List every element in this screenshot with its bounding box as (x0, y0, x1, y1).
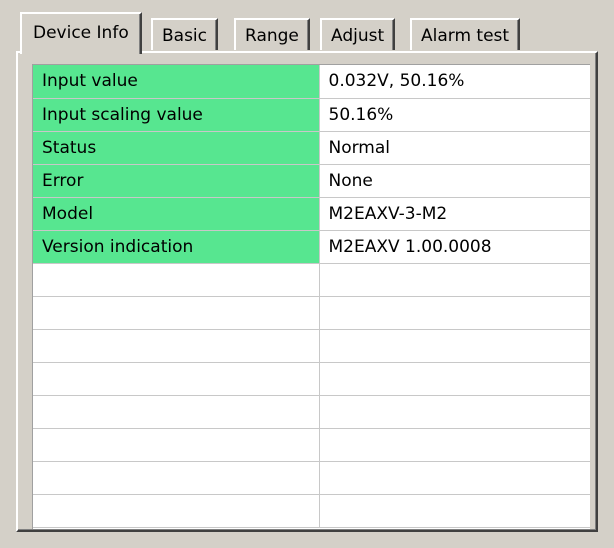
table-row-empty[interactable] (33, 263, 590, 297)
empty-cell (33, 395, 320, 429)
property-label: Version indication (33, 230, 320, 264)
property-value: Normal (319, 131, 590, 165)
empty-cell (319, 263, 590, 297)
property-value: 0.032V, 50.16% (319, 65, 590, 99)
property-value: 50.16% (319, 98, 590, 132)
property-value: M2EAXV-3-M2 (319, 197, 590, 231)
tab-range[interactable]: Range (234, 18, 310, 50)
table-row-empty[interactable] (33, 461, 590, 495)
property-label: Error (33, 164, 320, 198)
table-row[interactable]: Status Normal (33, 131, 590, 165)
empty-cell (319, 494, 590, 528)
property-label: Status (33, 131, 320, 165)
table-row[interactable]: Input scaling value 50.16% (33, 98, 590, 132)
table-row-empty[interactable] (33, 428, 590, 462)
table-row[interactable]: Input value 0.032V, 50.16% (33, 65, 590, 99)
empty-cell (33, 428, 320, 462)
property-label: Input scaling value (33, 98, 320, 132)
table-row-empty[interactable] (33, 296, 590, 330)
empty-cell (319, 395, 590, 429)
empty-cell (33, 263, 320, 297)
table-row-empty[interactable] (33, 362, 590, 396)
table-row-empty[interactable] (33, 395, 590, 429)
table-row-empty[interactable] (33, 494, 590, 528)
empty-cell (319, 362, 590, 396)
empty-cell (319, 296, 590, 330)
property-label: Input value (33, 65, 320, 99)
empty-cell (33, 461, 320, 495)
empty-cell (33, 494, 320, 528)
empty-cell (33, 329, 320, 363)
table-row[interactable]: Model M2EAXV-3-M2 (33, 197, 590, 231)
property-label: Model (33, 197, 320, 231)
table-row[interactable]: Version indication M2EAXV 1.00.0008 (33, 230, 590, 264)
tab-basic[interactable]: Basic (151, 18, 219, 50)
empty-cell (33, 362, 320, 396)
table-row-empty[interactable] (33, 329, 590, 363)
property-value: None (319, 164, 590, 198)
empty-cell (319, 461, 590, 495)
property-value: M2EAXV 1.00.0008 (319, 230, 590, 264)
properties-table: Input value 0.032V, 50.16% Input scaling… (33, 65, 590, 528)
empty-cell (33, 296, 320, 330)
table-row[interactable]: Error None (33, 164, 590, 198)
tab-adjust[interactable]: Adjust (320, 18, 396, 50)
tab-device-info[interactable]: Device Info (20, 12, 142, 54)
tab-alarm-test[interactable]: Alarm test (410, 18, 521, 50)
device-info-grid: Input value 0.032V, 50.16% Input scaling… (32, 64, 590, 529)
empty-cell (319, 329, 590, 363)
tab-strip: Device Info Basic Range Adjust Alarm tes… (20, 12, 590, 54)
empty-cell (319, 428, 590, 462)
